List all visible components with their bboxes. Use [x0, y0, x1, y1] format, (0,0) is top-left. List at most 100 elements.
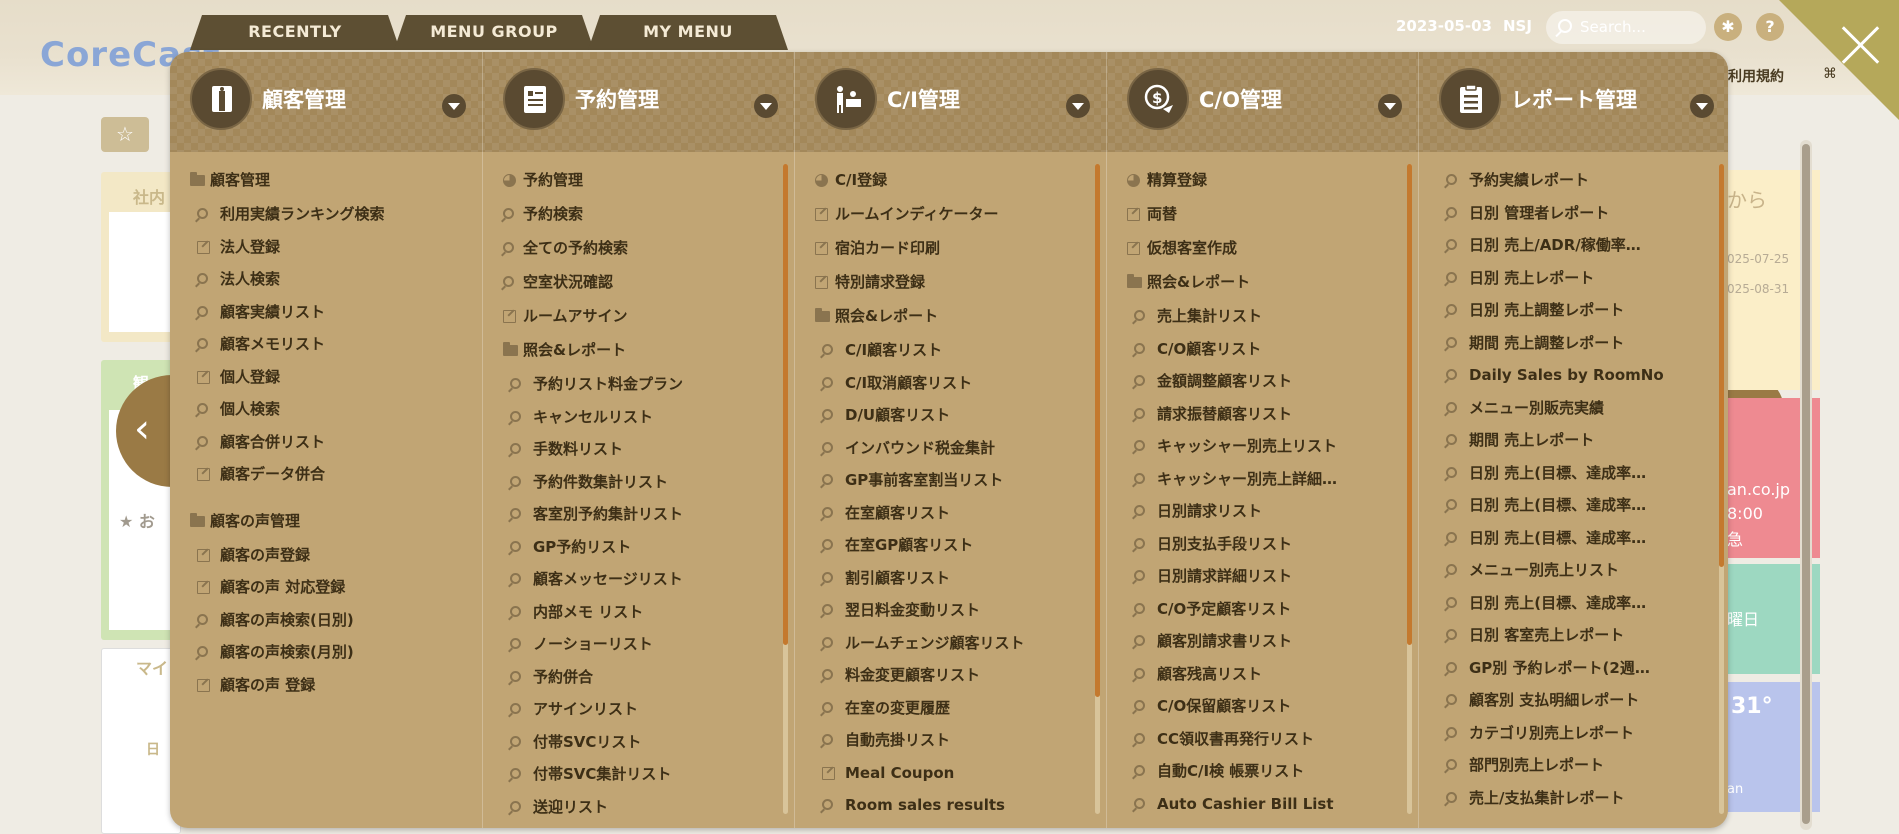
- menu-item[interactable]: 顧客の声 登録: [170, 669, 482, 702]
- menu-item[interactable]: C/I登録: [795, 164, 1106, 198]
- menu-item[interactable]: 予約件数集計リスト: [483, 466, 794, 499]
- menu-item[interactable]: 予約実績レポート: [1419, 164, 1728, 197]
- menu-item[interactable]: 全ての予約検索: [483, 232, 794, 266]
- tab-menu-group[interactable]: MENU GROUP: [394, 15, 594, 50]
- menu-item[interactable]: 日別 売上(目標、達成率…: [1419, 489, 1728, 522]
- menu-item[interactable]: 予約検索: [483, 198, 794, 232]
- menu-item[interactable]: 翌日料金変動リスト: [795, 594, 1106, 627]
- menu-item[interactable]: GP事前客室割当リスト: [795, 464, 1106, 497]
- menu-item[interactable]: キャンセルリスト: [483, 401, 794, 434]
- menu-item[interactable]: 顧客合併リスト: [170, 426, 482, 459]
- menu-group-item[interactable]: 照会&レポート: [1107, 266, 1418, 300]
- menu-item[interactable]: Room sales results: [795, 789, 1106, 822]
- menu-item[interactable]: 料金変更顧客リスト: [795, 659, 1106, 692]
- menu-item[interactable]: 日別 管理者レポート: [1419, 197, 1728, 230]
- chevron-down-icon[interactable]: [754, 94, 778, 118]
- menu-item[interactable]: 在室GP顧客リスト: [795, 529, 1106, 562]
- menu-item[interactable]: メニュー別売上リスト: [1419, 554, 1728, 587]
- menu-item[interactable]: 顧客の声検索(日別): [170, 604, 482, 637]
- menu-item[interactable]: 顧客データ併合: [170, 458, 482, 491]
- search-input[interactable]: Search...: [1546, 11, 1706, 44]
- menu-column-header[interactable]: 顧客管理: [170, 52, 482, 152]
- menu-item[interactable]: 顧客の声検索(月別): [170, 636, 482, 669]
- menu-item[interactable]: 仮想客室作成: [1107, 232, 1418, 266]
- menu-item[interactable]: 売上/支払集計レポート: [1419, 782, 1728, 815]
- menu-column-header[interactable]: 予約管理: [483, 52, 794, 152]
- menu-item[interactable]: メニュー別販売実績: [1419, 392, 1728, 425]
- menu-item[interactable]: 日別 売上/ADR/稼働率…: [1419, 229, 1728, 262]
- menu-item[interactable]: キャッシャー別売上詳細…: [1107, 463, 1418, 496]
- menu-item[interactable]: 精算登録: [1107, 164, 1418, 198]
- menu-item[interactable]: 日別支払手段リスト: [1107, 528, 1418, 561]
- menu-column-header[interactable]: $ C/O管理: [1107, 52, 1418, 152]
- menu-group-item[interactable]: 顧客管理: [170, 164, 482, 198]
- menu-item[interactable]: GP予約リスト: [483, 531, 794, 564]
- star-icon[interactable]: ☆: [101, 117, 149, 152]
- menu-item[interactable]: 日別請求詳細リスト: [1107, 560, 1418, 593]
- menu-column-header[interactable]: レポート管理: [1419, 52, 1728, 152]
- menu-item[interactable]: C/O保留顧客リスト: [1107, 690, 1418, 723]
- menu-item[interactable]: 宿泊カード印刷: [795, 232, 1106, 266]
- menu-item[interactable]: 内部メモ リスト: [483, 596, 794, 629]
- help-icon[interactable]: ?: [1756, 13, 1784, 41]
- menu-item[interactable]: C/I取消顧客リスト: [795, 367, 1106, 400]
- menu-item[interactable]: 自動C/I検 帳票リスト: [1107, 755, 1418, 788]
- scrollbar-thumb[interactable]: [1095, 164, 1100, 697]
- menu-item[interactable]: 顧客別 支払明細レポート: [1419, 684, 1728, 717]
- scrollbar-thumb[interactable]: [1407, 164, 1412, 645]
- menu-item[interactable]: 期間 売上レポート: [1419, 424, 1728, 457]
- menu-item[interactable]: Meal Coupon: [795, 757, 1106, 790]
- menu-item[interactable]: CC領収書再発行リスト: [1107, 723, 1418, 756]
- menu-item[interactable]: 顧客メモリスト: [170, 328, 482, 361]
- menu-item[interactable]: キャッシャー別売上リスト: [1107, 430, 1418, 463]
- menu-column-header[interactable]: C/I管理: [795, 52, 1106, 152]
- menu-item[interactable]: Auto Cashier Bill List: [1107, 788, 1418, 821]
- menu-item[interactable]: 予約リスト料金プラン: [483, 368, 794, 401]
- menu-item[interactable]: ルームチェンジ顧客リスト: [795, 627, 1106, 660]
- menu-item[interactable]: 在室顧客リスト: [795, 497, 1106, 530]
- menu-item[interactable]: ノーショーリスト: [483, 628, 794, 661]
- column-scrollbar[interactable]: [783, 164, 788, 814]
- menu-item[interactable]: 予約管理: [483, 164, 794, 198]
- menu-item[interactable]: インバウンド税金集計: [795, 432, 1106, 465]
- chevron-down-icon[interactable]: [1690, 94, 1714, 118]
- column-scrollbar[interactable]: [1407, 164, 1412, 814]
- menu-item[interactable]: ルームアサイン: [483, 300, 794, 334]
- menu-item[interactable]: C/I顧客リスト: [795, 334, 1106, 367]
- menu-item[interactable]: 顧客の声 対応登録: [170, 571, 482, 604]
- menu-item[interactable]: 特別請求登録: [795, 266, 1106, 300]
- chevron-down-icon[interactable]: [1066, 94, 1090, 118]
- menu-item[interactable]: 日別 売上(目標、達成率…: [1419, 457, 1728, 490]
- menu-item[interactable]: 利用実績ランキング検索: [170, 198, 482, 231]
- menu-item[interactable]: 売上集計リスト: [1107, 300, 1418, 333]
- menu-item[interactable]: 割引顧客リスト: [795, 562, 1106, 595]
- menu-item[interactable]: 法人登録: [170, 231, 482, 264]
- menu-item[interactable]: 自動売掛リスト: [795, 724, 1106, 757]
- tab-my-menu[interactable]: MY MENU: [588, 15, 788, 50]
- menu-item[interactable]: 顧客別請求書リスト: [1107, 625, 1418, 658]
- menu-item[interactable]: 個人登録: [170, 361, 482, 394]
- settings-icon[interactable]: ✱: [1714, 13, 1742, 41]
- column-scrollbar[interactable]: [1095, 164, 1100, 814]
- menu-item[interactable]: 顧客残高リスト: [1107, 658, 1418, 691]
- menu-item[interactable]: C/O顧客リスト: [1107, 333, 1418, 366]
- menu-item[interactable]: 在室の変更履歴: [795, 692, 1106, 725]
- menu-item[interactable]: 手数料リスト: [483, 433, 794, 466]
- menu-group-item[interactable]: 顧客の声管理: [170, 505, 482, 539]
- menu-item[interactable]: 金額調整顧客リスト: [1107, 365, 1418, 398]
- menu-item[interactable]: 請求振替顧客リスト: [1107, 398, 1418, 431]
- menu-item[interactable]: 顧客メッセージリスト: [483, 563, 794, 596]
- menu-item[interactable]: 両替: [1107, 198, 1418, 232]
- menu-item[interactable]: 日別 客室売上レポート: [1419, 619, 1728, 652]
- menu-item[interactable]: 顧客実績リスト: [170, 296, 482, 329]
- menu-item[interactable]: カテゴリ別売上レポート: [1419, 717, 1728, 750]
- menu-item[interactable]: 顧客の声登録: [170, 539, 482, 572]
- menu-item[interactable]: 個人検索: [170, 393, 482, 426]
- page-scrollbar[interactable]: [1800, 140, 1812, 830]
- menu-item[interactable]: 日別 売上(目標、達成率…: [1419, 587, 1728, 620]
- menu-item[interactable]: 送迎リスト: [483, 791, 794, 824]
- menu-item[interactable]: Daily Sales by RoomNo: [1419, 359, 1728, 392]
- menu-item[interactable]: ルームインディケーター: [795, 198, 1106, 232]
- menu-item[interactable]: GP別 予約レポート(2週…: [1419, 652, 1728, 685]
- scrollbar-thumb[interactable]: [783, 164, 788, 645]
